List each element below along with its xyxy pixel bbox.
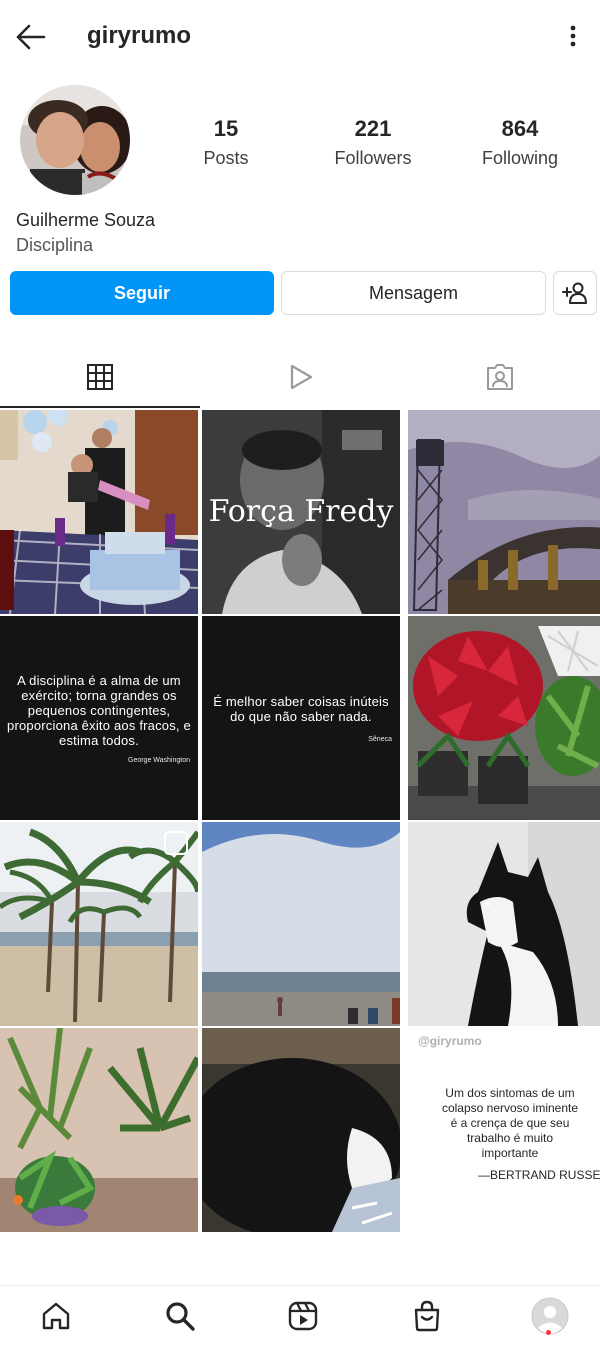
tagged-user-icon [487, 364, 513, 390]
follow-button[interactable]: Seguir [10, 271, 274, 315]
following-stat[interactable]: 864 Following [460, 116, 580, 169]
post-quote-washington[interactable]: A disciplina é a alma de um exército; to… [0, 616, 198, 820]
post-overlay-text: Força Fredy [208, 494, 394, 529]
search-icon [166, 1302, 195, 1331]
post-image [408, 616, 600, 820]
shop-bag-icon [414, 1300, 440, 1332]
add-user-icon [562, 282, 587, 304]
post-image [202, 1028, 400, 1232]
nav-shop[interactable] [387, 1286, 467, 1346]
profile-avatar[interactable] [20, 85, 130, 195]
followers-stat[interactable]: 221 Followers [313, 116, 433, 169]
post-beach-palms[interactable] [0, 822, 198, 1026]
suggested-users-button[interactable] [553, 271, 597, 315]
nav-search[interactable] [140, 1286, 220, 1346]
reels-icon [288, 1301, 318, 1331]
post-watermark-handle: @giryrumo [418, 1034, 482, 1048]
posts-label: Posts [203, 148, 249, 168]
posts-count: 15 [213, 116, 239, 141]
post-image [202, 822, 400, 1026]
post-image [408, 822, 600, 1026]
followers-count: 221 [354, 116, 392, 141]
quote-author: George Washington [128, 757, 190, 764]
post-image [0, 1028, 198, 1232]
message-button[interactable]: Mensagem [281, 271, 546, 315]
nav-profile[interactable] [510, 1286, 590, 1346]
post-flowers[interactable] [408, 616, 600, 820]
post-plants[interactable] [0, 1028, 198, 1232]
reels-play-icon [290, 364, 313, 390]
avatar-icon [531, 1297, 569, 1335]
profile-full-name: Guilherme Souza [16, 210, 156, 230]
bottom-navigation [0, 1285, 600, 1354]
following-count: 864 [501, 116, 539, 141]
arrow-left-icon [16, 24, 46, 50]
post-forca-fredy[interactable]: Força Fredy [202, 410, 400, 614]
more-vertical-icon [570, 25, 576, 47]
profile-bio: Disciplina [16, 235, 94, 255]
back-button[interactable] [14, 20, 48, 54]
quote-author: Sêneca [368, 736, 392, 743]
top-bar: giryrumo [0, 0, 600, 72]
grid-icon [87, 364, 113, 390]
quote-text: Um dos sintomas de um colapso nervoso im… [441, 1086, 579, 1160]
nav-reels[interactable] [263, 1286, 343, 1346]
post-beach-sky[interactable] [202, 822, 400, 1026]
avatar-photo [20, 85, 130, 195]
tab-grid[interactable] [0, 346, 200, 408]
posts-stat[interactable]: 15 Posts [166, 116, 286, 169]
post-image [0, 822, 198, 1026]
post-cat[interactable] [408, 822, 600, 1026]
more-options-button[interactable] [558, 20, 588, 54]
quote-author: —BERTRAND RUSSELL [478, 1168, 600, 1182]
tab-reels[interactable] [200, 346, 400, 408]
post-image [0, 410, 198, 614]
active-tab-indicator [0, 406, 200, 408]
post-stadium[interactable] [408, 410, 600, 614]
home-icon [42, 1302, 70, 1330]
quote-text: É melhor saber coisas inúteis do que não… [213, 694, 389, 724]
post-image [408, 410, 600, 614]
post-birthday-party[interactable] [0, 410, 198, 614]
profile-username: giryrumo [87, 22, 192, 49]
tab-tagged[interactable] [400, 346, 600, 408]
post-cat-sleeping[interactable] [202, 1028, 400, 1232]
post-quote-seneca[interactable]: É melhor saber coisas inúteis do que não… [202, 616, 400, 820]
profile-tabs [0, 346, 600, 408]
post-quote-russell[interactable]: @giryrumo Um dos sintomas de um colapso … [408, 1028, 600, 1232]
notification-dot [546, 1330, 551, 1335]
nav-home[interactable] [16, 1286, 96, 1346]
quote-text: A disciplina é a alma de um exército; to… [7, 673, 191, 748]
followers-label: Followers [334, 148, 412, 168]
following-label: Following [481, 148, 559, 168]
